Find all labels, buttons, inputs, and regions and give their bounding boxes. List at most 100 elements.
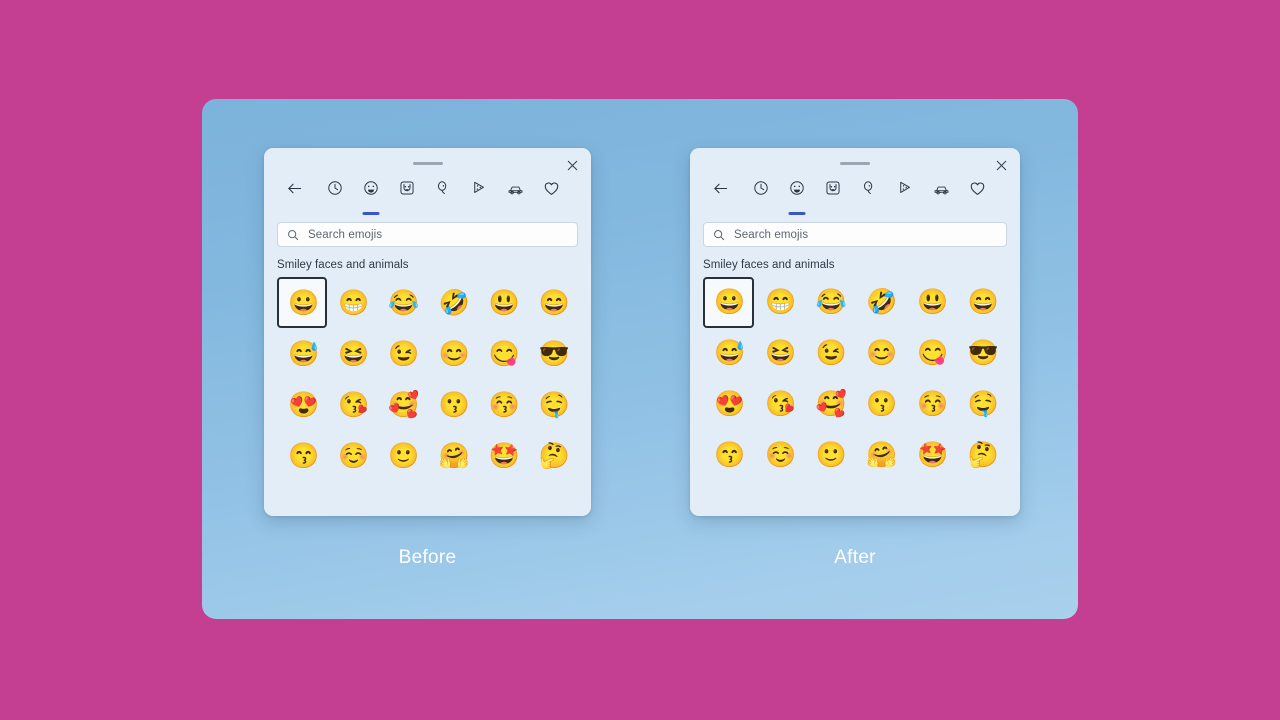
tab-gifs[interactable]	[389, 178, 425, 212]
drag-handle-icon[interactable]	[840, 162, 870, 165]
emoji-cell[interactable]: ☺️	[327, 430, 377, 481]
emoji-cell[interactable]: 🙂	[377, 430, 427, 481]
tab-gifs[interactable]	[815, 178, 851, 212]
tab-travel[interactable]	[923, 178, 959, 212]
smiling-face-with-open-hands-emoji: 🤗	[438, 441, 470, 470]
caption-before: Before	[398, 547, 457, 568]
search-row: Search emojis	[264, 214, 591, 247]
grinning-face-with-smiling-eyes-emoji: 😄	[967, 288, 999, 316]
emoji-cell[interactable]: 🙂	[804, 430, 855, 481]
smiling-face-emoji: ☺️	[338, 441, 370, 470]
emoji-cell[interactable]: 😅	[277, 328, 327, 379]
emoji-cell[interactable]: 😎	[956, 328, 1007, 379]
search-input[interactable]: Search emojis	[277, 222, 578, 247]
face-blowing-a-kiss-emoji: 😘	[764, 390, 797, 418]
tab-kaomoji[interactable]	[425, 178, 461, 212]
search-row: Search emojis	[690, 214, 1020, 247]
emoji-cell[interactable]: 😚	[906, 379, 957, 430]
emoji-cell[interactable]: 😗	[428, 379, 478, 430]
titlebar	[264, 148, 591, 178]
emoji-cell[interactable]: 😄	[956, 277, 1007, 328]
grinning-face-emoji: 😀	[714, 288, 746, 316]
close-icon[interactable]	[561, 154, 583, 176]
emoji-cell[interactable]: 😍	[703, 379, 754, 430]
emoji-cell[interactable]: 😘	[327, 379, 377, 430]
emoji-cell[interactable]: 😘	[754, 379, 805, 430]
rolling-on-the-floor-laughing-emoji: 🤣	[866, 288, 898, 316]
tab-travel[interactable]	[497, 178, 533, 212]
tabstrip	[690, 178, 1020, 215]
emoji-cell[interactable]: 🤣	[428, 277, 478, 328]
tab-recent[interactable]	[317, 178, 353, 212]
kissing-face-emoji: 😗	[438, 390, 470, 419]
emoji-cell[interactable]: 🤔	[956, 430, 1007, 481]
emoji-cell[interactable]: 😚	[478, 379, 528, 430]
search-placeholder: Search emojis	[308, 228, 383, 241]
emoji-cell[interactable]: 😅	[703, 328, 754, 379]
tab-recent[interactable]	[743, 178, 779, 212]
emoji-cell[interactable]: 😙	[277, 430, 327, 481]
grinning-face-with-sweat-emoji: 😅	[288, 339, 320, 368]
emoji-cell[interactable]: 😁	[327, 277, 377, 328]
emoji-cell[interactable]: 😎	[528, 328, 578, 379]
emoji-cell[interactable]: ☺️	[754, 430, 805, 481]
emoji-cell[interactable]: 😃	[478, 277, 528, 328]
emoji-cell[interactable]: 🤗	[855, 430, 906, 481]
emoji-panel-after: Search emojis Smiley faces and animals 😀…	[690, 148, 1020, 516]
emoji-cell[interactable]: 😁	[754, 277, 805, 328]
drooling-face-emoji: 🤤	[538, 390, 571, 419]
kissing-face-with-smiling-eyes-emoji: 😙	[288, 441, 320, 470]
search-input[interactable]: Search emojis	[703, 222, 1007, 247]
tab-favorites[interactable]	[959, 178, 995, 212]
caption-after: After	[834, 547, 876, 568]
emoji-cell[interactable]: 🥰	[377, 379, 427, 430]
emoji-cell[interactable]: 😊	[428, 328, 478, 379]
emoji-cell[interactable]: 😋	[478, 328, 528, 379]
slightly-smiling-face-emoji: 🙂	[815, 441, 847, 469]
tab-favorites[interactable]	[533, 178, 569, 212]
emoji-cell[interactable]: 😉	[804, 328, 855, 379]
sidebar-item-back[interactable]	[276, 178, 312, 212]
emoji-cell[interactable]: 😆	[754, 328, 805, 379]
emoji-cell[interactable]: 😆	[327, 328, 377, 379]
close-icon[interactable]	[990, 154, 1012, 176]
emoji-cell[interactable]: 🤣	[855, 277, 906, 328]
search-icon	[288, 229, 299, 240]
emoji-cell[interactable]: 😀	[277, 277, 328, 328]
section-title: Smiley faces and animals	[703, 259, 835, 271]
emoji-cell[interactable]: 🤔	[528, 430, 578, 481]
emoji-cell[interactable]: 🤗	[428, 430, 478, 481]
emoji-cell[interactable]: 😄	[528, 277, 578, 328]
emoji-grid: 😀 😁 😂 🤣 😃 😄 😅 😆 😉 😊 😋 😎 😍 😘 🥰 😗 😚 🤤 😙 ☺️ 🙂 🤗 🤩 🤔	[690, 277, 1020, 481]
emoji-cell[interactable]: 🤤	[528, 379, 578, 430]
drag-handle-icon[interactable]	[412, 162, 443, 165]
kissing-face-with-closed-eyes-emoji: 😚	[488, 390, 520, 419]
emoji-cell[interactable]: 😍	[277, 379, 327, 430]
thinking-face-emoji: 🤔	[967, 441, 999, 469]
tab-symbols[interactable]	[887, 178, 923, 212]
emoji-cell[interactable]: 😀	[703, 277, 754, 328]
tab-emoji[interactable]	[779, 178, 815, 215]
emoji-cell[interactable]: 😉	[377, 328, 427, 379]
emoji-cell[interactable]: 🤩	[906, 430, 957, 481]
emoji-cell[interactable]: 😂	[804, 277, 855, 328]
emoji-cell[interactable]: 😋	[906, 328, 957, 379]
emoji-panel-before: Search emojis Smiley faces and animals 😀…	[264, 148, 591, 516]
emoji-cell[interactable]: 🤤	[956, 379, 1007, 430]
emoji-cell[interactable]: 🤩	[478, 430, 528, 481]
emoji-cell[interactable]: 😊	[855, 328, 906, 379]
emoji-cell[interactable]: 😗	[855, 379, 906, 430]
tab-emoji[interactable]	[353, 178, 389, 215]
rolling-on-the-floor-laughing-emoji: 🤣	[438, 288, 470, 317]
emoji-cell[interactable]: 😃	[906, 277, 957, 328]
smiling-face-with-open-hands-emoji: 🤗	[866, 441, 898, 469]
tab-symbols[interactable]	[461, 178, 497, 212]
emoji-cell[interactable]: 😂	[377, 277, 427, 328]
thinking-face-emoji: 🤔	[538, 441, 571, 470]
comparison-card: Search emojis Smiley faces and animals 😀…	[202, 99, 1078, 619]
emoji-cell[interactable]: 🥰	[804, 379, 855, 430]
tab-kaomoji[interactable]	[851, 178, 887, 212]
sidebar-item-back[interactable]	[702, 178, 738, 212]
smiling-face-with-hearts-emoji: 🥰	[388, 390, 420, 419]
emoji-cell[interactable]: 😙	[703, 430, 754, 481]
